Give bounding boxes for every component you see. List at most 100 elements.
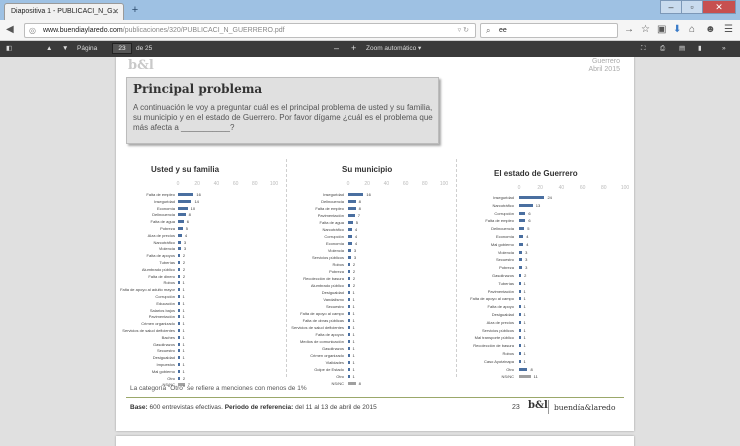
bookmark-star-icon[interactable]: ☆ [641,24,650,36]
zoom-in-icon[interactable]: + [351,43,356,53]
next-page-icon[interactable]: ▼ [62,44,68,54]
bar-category-label: Falta de agua [319,220,344,225]
bar [519,359,521,363]
reload-icon[interactable]: ▿ ↻ [458,26,469,34]
bookmark-icon[interactable]: ▮ [698,44,702,54]
minimize-icon[interactable]: – [660,0,682,14]
save-icon[interactable]: ▤ [679,44,685,54]
bar [348,277,350,280]
bar-value-label: 5 [355,220,359,225]
maximize-icon[interactable]: ▫ [681,0,703,14]
axis-tick-label: 60 [232,181,239,187]
page-number-input[interactable]: 23 [112,43,132,54]
reading-list-icon[interactable]: ▣ [657,24,666,36]
footer-base-text: 600 entrevistas efectivas. [149,404,223,411]
bar-value-label: 2 [182,273,186,279]
bar-category-label: Economía [495,234,514,239]
bar [178,349,180,353]
sync-icon[interactable]: ☻ [705,24,716,36]
bar [348,270,350,273]
bar [348,340,350,343]
bar-category-label: Economía [156,205,175,211]
bar-category-label: Corrupción [155,294,175,299]
bar-value-label: 3 [353,255,357,260]
bar-value-label: 4 [526,241,529,247]
pdf-viewer[interactable]: b&l Guerrero Abril 2015 Principal proble… [0,57,740,446]
bar-value-label: 16 [196,192,201,197]
bar [348,354,350,357]
bar-category-label: Servicios públicos [481,327,514,333]
bar-value-label: 1 [182,287,185,293]
bar [178,220,184,224]
bar-category-label: Crimen organizado [141,321,175,327]
back-arrow-icon[interactable]: ◀ [6,24,14,36]
tools-icon[interactable]: » [722,44,726,54]
bar [348,235,352,238]
browser-tab[interactable]: Diapositiva 1 - PUBLICACI_N_G... ✕ [4,3,124,20]
bar-value-label: 4 [354,234,358,239]
download-icon[interactable]: ⬇ [673,24,681,36]
bar [178,322,180,326]
bar-value-label: 3 [525,257,528,263]
bar-value-label: 8 [358,206,361,211]
bar-category-label: Tuberías [159,260,175,265]
bar-value-label: 14 [194,198,199,204]
axis-tick-label: 0 [346,181,350,187]
bar [348,221,353,224]
print-icon[interactable]: ⎙ [660,44,665,54]
bar [348,207,356,210]
bar [519,305,521,309]
bar [519,250,523,254]
previous-page-icon[interactable]: ▲ [46,44,52,54]
zoom-select[interactable]: Zoom automático ▾ [366,44,421,54]
slide-title: Principal problema [133,82,263,96]
bar [348,361,350,364]
question-text: A continuación le voy a preguntar cuál e… [133,103,433,132]
bar [178,281,180,285]
bar-category-label: Falta de empleo [315,206,344,211]
window-close-icon[interactable]: ✕ [702,0,736,14]
bar-value-label: 13 [535,202,541,208]
tab-close-icon[interactable]: ✕ [112,7,119,16]
bar-category-label: Recolección de basura [473,343,514,349]
bar-value-label: 1 [352,290,355,295]
presentation-mode-icon[interactable]: ⛶ [641,44,646,54]
bar-category-label: Narcotráfico [153,239,175,245]
bar-value-label: 2 [182,266,186,272]
sidebar-toggle-icon[interactable]: ◧ [6,44,12,54]
go-arrow-icon[interactable]: → [624,24,634,36]
bar-value-label: 2 [352,283,356,288]
zoom-label: Zoom automático [366,45,417,52]
bar [348,298,350,301]
bar [348,200,356,203]
zoom-out-icon[interactable]: – [334,43,339,53]
bar-value-label: 3 [525,265,528,271]
bar [348,382,356,385]
new-tab-icon[interactable]: + [127,4,143,17]
url-bar[interactable]: ◎ www.buendiaylaredo.com/publicaciones/3… [24,23,476,38]
bar [519,297,521,301]
bar-value-label: 1 [523,312,526,317]
bar-category-label: Mal transporte público [474,335,514,341]
bar-value-label: 1 [352,353,355,358]
menu-icon[interactable]: ☰ [724,24,733,36]
bar-category-label: Alza de precios [486,319,514,325]
axis-tick-label: 40 [558,185,565,191]
bar [519,242,524,246]
bar-category-label: Secuestro [325,304,344,309]
bar-category-label: Mal gobierno [490,241,514,247]
home-icon[interactable]: ⌂ [689,24,695,36]
bar-category-label: Pobreza [499,265,514,271]
window-controls: – ▫ ✕ [660,0,736,14]
bar-category-label: Servicios de salud deficientes [291,325,344,330]
url-path: /publicaciones/320/PUBLICACI_N_GUERRERO.… [122,27,285,34]
bar [519,219,526,223]
search-bar[interactable]: ⌕ ee [480,23,618,38]
bar-value-label: 2 [182,375,186,381]
bar-category-label: Pavimentación [317,213,344,218]
bar [178,267,180,271]
bar [519,352,521,355]
bar-category-label: Pavimentación [148,314,175,320]
bar-category-label: Otro [506,366,514,372]
bar-category-label: NS/NC [331,381,344,386]
